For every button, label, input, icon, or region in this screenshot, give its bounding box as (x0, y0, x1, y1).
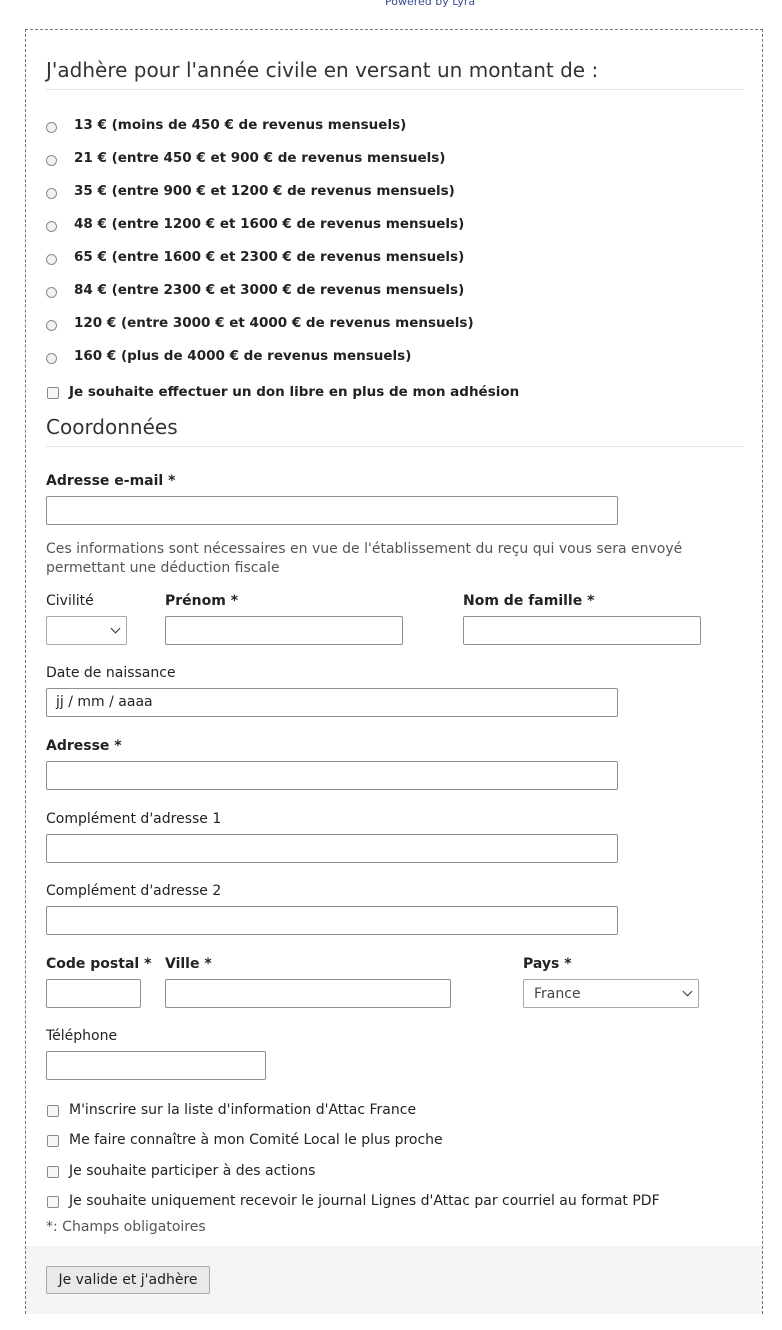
don-libre-label: Je souhaite effectuer un don libre en pl… (69, 384, 520, 400)
actions-label: Je souhaite participer à des actions (69, 1163, 316, 1179)
nom-label: Nom de famille * (463, 593, 595, 609)
don-libre-checkbox[interactable] (47, 387, 59, 399)
amount-option-label: 65 € (entre 1600 € et 2300 € de revenus … (74, 249, 465, 265)
birthdate-placeholder: jj / mm / aaaa (56, 694, 153, 710)
chevron-down-icon (682, 986, 693, 997)
amount-option-label: 160 € (plus de 4000 € de revenus mensuel… (74, 348, 412, 364)
radio-button[interactable] (46, 155, 57, 166)
code-postal-field[interactable] (46, 979, 141, 1008)
coordonnees-heading: Coordonnées (46, 415, 178, 439)
radio-button[interactable] (46, 254, 57, 265)
radio-button[interactable] (46, 188, 57, 199)
ville-label: Ville * (165, 956, 212, 972)
membership-heading: J'adhère pour l'année civile en versant … (46, 58, 599, 82)
form-footer: Je valide et j'adhère (26, 1246, 762, 1314)
adresse-field[interactable] (46, 761, 618, 790)
radio-button[interactable] (46, 287, 57, 298)
chevron-down-icon (110, 623, 121, 634)
radio-button[interactable] (46, 320, 57, 331)
comite-local-checkbox[interactable] (47, 1135, 59, 1147)
complement2-field[interactable] (46, 906, 618, 935)
civilite-label: Civilité (46, 593, 94, 609)
amount-option-label: 13 € (moins de 450 € de revenus mensuels… (74, 117, 407, 133)
amount-option-label: 84 € (entre 2300 € et 3000 € de revenus … (74, 282, 465, 298)
email-field[interactable] (46, 496, 618, 525)
radio-button[interactable] (46, 353, 57, 364)
newsletter-checkbox[interactable] (47, 1105, 59, 1117)
telephone-field[interactable] (46, 1051, 266, 1080)
radio-button[interactable] (46, 221, 57, 232)
amount-option-label: 35 € (entre 900 € et 1200 € de revenus m… (74, 183, 455, 199)
birthdate-field[interactable]: jj / mm / aaaa (46, 688, 618, 717)
required-note: *: Champs obligatoires (46, 1219, 206, 1235)
code-postal-label: Code postal * (46, 956, 152, 972)
divider (46, 89, 743, 90)
amount-option-label: 48 € (entre 1200 € et 1600 € de revenus … (74, 216, 465, 232)
journal-pdf-checkbox[interactable] (47, 1196, 59, 1208)
nom-field[interactable] (463, 616, 701, 645)
email-label: Adresse e-mail * (46, 473, 176, 489)
adresse-label: Adresse * (46, 738, 122, 754)
pays-select[interactable]: France (523, 979, 699, 1008)
amount-option-label: 21 € (entre 450 € et 900 € de revenus me… (74, 150, 446, 166)
journal-pdf-label: Je souhaite uniquement recevoir le journ… (69, 1193, 660, 1209)
fiscal-help-text: Ces informations sont nécessaires en vue… (46, 541, 683, 576)
ville-field[interactable] (165, 979, 451, 1008)
pays-label: Pays * (523, 956, 572, 972)
naissance-label: Date de naissance (46, 665, 176, 681)
complement1-label: Complément d'adresse 1 (46, 811, 222, 827)
membership-form: J'adhère pour l'année civile en versant … (25, 29, 763, 1314)
newsletter-label: M'inscrire sur la liste d'information d'… (69, 1102, 417, 1118)
radio-button[interactable] (46, 122, 57, 133)
prenom-field[interactable] (165, 616, 403, 645)
complement1-field[interactable] (46, 834, 618, 863)
civilite-select[interactable] (46, 616, 127, 645)
complement2-label: Complément d'adresse 2 (46, 883, 222, 899)
submit-button[interactable]: Je valide et j'adhère (46, 1266, 210, 1294)
divider (46, 446, 743, 447)
telephone-label: Téléphone (46, 1028, 118, 1044)
prenom-label: Prénom * (165, 593, 239, 609)
pays-value: France (534, 986, 581, 1002)
comite-local-label: Me faire connaître à mon Comité Local le… (69, 1132, 443, 1148)
powered-by-text: Powered by Lyra (385, 0, 476, 8)
actions-checkbox[interactable] (47, 1166, 59, 1178)
amount-option-label: 120 € (entre 3000 € et 4000 € de revenus… (74, 315, 474, 331)
